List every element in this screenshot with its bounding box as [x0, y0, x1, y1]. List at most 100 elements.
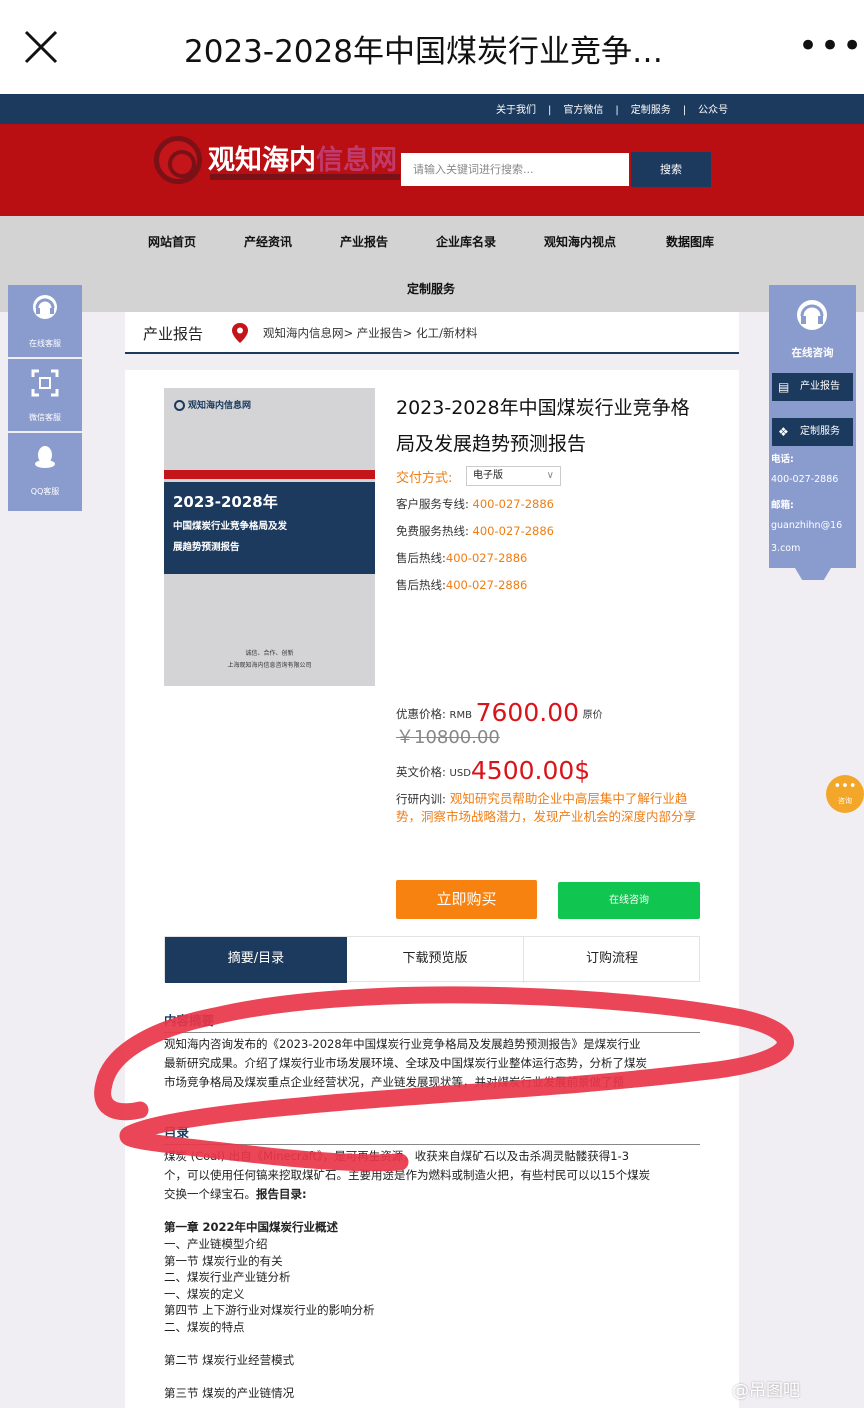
toc-section[interactable]: 第三节 煤炭的产业链情况 [164, 1385, 294, 1401]
tools-icon: ❖ [778, 425, 789, 439]
training-info: 行研内训: 观知研究员帮助企业中高层集中了解行业趋势，洞察市场战略潜力，发现产业… [396, 790, 698, 826]
wechat-service-label: 微信客服 [29, 413, 61, 422]
online-service-button[interactable]: 在线客服 [8, 285, 82, 357]
more-menu-icon[interactable]: ••• [798, 29, 864, 63]
watermark: @吊图吧 [732, 1381, 800, 1401]
utility-link-custom[interactable]: 定制服务 [631, 105, 671, 116]
utility-link-wechat[interactable]: 官方微信 [563, 105, 603, 116]
collapse-tab[interactable] [795, 568, 831, 580]
nav-custom-service[interactable]: 定制服务 [407, 280, 455, 297]
aftersales-label: 售后热线: [396, 551, 446, 565]
nav-company-directory[interactable]: 企业库名录 [436, 233, 496, 250]
buy-now-button[interactable]: 立即购买 [396, 880, 537, 919]
logo-emblem-icon[interactable] [154, 136, 202, 184]
email-part-2[interactable]: 3.com [771, 543, 800, 554]
tab-download-preview[interactable]: 下载预览版 [347, 937, 524, 983]
report-toc-label: 报告目录: [256, 1187, 307, 1201]
delivery-select[interactable]: 电子版 ∨ [466, 466, 561, 486]
aftersales-label-2: 售后热线: [396, 578, 446, 592]
cover-logo: 观知海内信息网 [174, 398, 251, 411]
utility-link-about[interactable]: 关于我们 [496, 105, 536, 116]
floating-consult-button[interactable]: ••• 咨询 [826, 775, 864, 813]
aftersales-phone-2[interactable]: 400-027-2886 [446, 578, 527, 592]
left-service-bar: 在线客服 微信客服 QQ客服 [8, 285, 82, 511]
en-price-row: 英文价格: USD4500.00$ [396, 756, 590, 785]
cover-logo-icon [174, 400, 185, 411]
online-consult-button[interactable]: 在线咨询 [558, 882, 700, 919]
toc-intro: 煤炭 (Coal) 出自《Minecraft》，是可再生资源，收获来自煤矿石以及… [164, 1147, 700, 1204]
nav-industry-news[interactable]: 产经资讯 [244, 233, 292, 250]
service-line-phone[interactable]: 400-027-2886 [473, 497, 554, 511]
toc-section[interactable]: 第四节 上下游行业对煤炭行业的影响分析 [164, 1302, 375, 1318]
site-header: 观知海内信息网 请输入关键词进行搜索... 搜索 [0, 124, 864, 216]
free-hotline-row: 免费服务热线: 400-027-2886 [396, 523, 554, 539]
summary-divider [164, 1032, 700, 1033]
custom-service-label: 定制服务 [800, 426, 840, 437]
service-line-label: 客户服务专线: [396, 497, 469, 511]
phone-number[interactable]: 400-027-2886 [771, 474, 838, 485]
toc-divider [164, 1144, 700, 1145]
headset-icon [33, 295, 57, 319]
delivery-value: 电子版 [473, 470, 503, 481]
summary-heading: 内容摘要 [164, 1013, 215, 1028]
qq-service-button[interactable]: QQ客服 [8, 433, 82, 505]
delivery-label: 交付方式: [396, 471, 453, 486]
content-tabs: 摘要/目录 下载预览版 订购流程 [164, 936, 700, 983]
en-price-currency: USD [449, 768, 471, 779]
aftersales-phone[interactable]: 400-027-2886 [446, 551, 527, 565]
delivery-row: 交付方式: [396, 467, 452, 486]
right-consult-panel: 在线咨询 ▤ 产业报告 ❖ 定制服务 电话: 400-027-2886 邮箱: gu… [769, 285, 856, 580]
toc-section[interactable]: 一、产业链模型介绍 [164, 1236, 268, 1252]
close-icon[interactable] [22, 28, 60, 66]
cover-title-band: 2023-2028年 中国煤炭行业竞争格局及发 展趋势预测报告 [164, 482, 375, 574]
nav-data-gallery[interactable]: 数据图库 [666, 233, 714, 250]
chat-bubble-icon: ••• [833, 779, 857, 794]
free-hotline-phone[interactable]: 400-027-2886 [473, 524, 554, 538]
cover-year: 2023-2028年 [173, 493, 278, 511]
cover-red-stripe [164, 470, 375, 479]
headset-icon [797, 300, 827, 330]
training-label: 行研内训: [396, 792, 446, 806]
location-pin-icon [232, 323, 248, 343]
nav-home[interactable]: 网站首页 [148, 233, 196, 250]
tab-order-process[interactable]: 订购流程 [524, 937, 700, 983]
breadcrumb: 产业报告 观知海内信息网> 产业报告> 化工/新材料 [125, 312, 739, 354]
utility-sep: | [682, 105, 687, 116]
search-input[interactable]: 请输入关键词进行搜索... [401, 153, 629, 186]
report-cover-image: 观知海内信息网 2023-2028年 中国煤炭行业竞争格局及发 展趋势预测报告 … [164, 388, 375, 686]
search-button[interactable]: 搜索 [631, 152, 711, 187]
cover-title-line1: 中国煤炭行业竞争格局及发 [173, 521, 288, 532]
email-part-1[interactable]: guanzhihn@16 [771, 520, 842, 531]
toc-heading: 目录 [164, 1125, 190, 1140]
nav-industry-reports[interactable]: 产业报告 [340, 233, 388, 250]
qq-service-label: QQ客服 [30, 487, 60, 496]
toc-section[interactable]: 二、煤炭行业产业链分析 [164, 1269, 291, 1285]
aftersales-row: 售后热线:400-027-2886 [396, 550, 527, 566]
industry-report-button[interactable]: ▤ 产业报告 [772, 373, 853, 401]
breadcrumb-path[interactable]: 观知海内信息网> 产业报告> 化工/新材料 [263, 325, 477, 341]
toc-section[interactable]: 第一节 煤炭行业的有关 [164, 1253, 283, 1269]
page-title: 2023-2028年中国煤炭行业竞争… [184, 34, 663, 70]
phone-label: 电话: [771, 454, 794, 465]
wechat-service-button[interactable]: 微信客服 [8, 359, 82, 431]
consult-heading: 在线咨询 [791, 347, 834, 359]
toc-chapter-1[interactable]: 第一章 2022年中国煤炭行业概述 [164, 1219, 338, 1235]
wechat-title-bar: 2023-2028年中国煤炭行业竞争… ••• [0, 0, 864, 94]
online-service-label: 在线客服 [29, 339, 61, 348]
email-label: 邮箱: [771, 500, 794, 511]
breadcrumb-category: 产业报告 [143, 325, 204, 343]
report-icon: ▤ [778, 380, 790, 394]
toc-section[interactable]: 第二节 煤炭行业经营模式 [164, 1352, 294, 1368]
utility-bar: 关于我们 | 官方微信 | 定制服务 | 公众号 [0, 94, 864, 124]
site-logo[interactable]: 观知海内信息网 [208, 138, 397, 177]
qrcode-scan-icon [31, 369, 59, 397]
product-card: 观知海内信息网 2023-2028年 中国煤炭行业竞争格局及发 展趋势预测报告 … [125, 370, 739, 1408]
nav-viewpoints[interactable]: 观知海内视点 [544, 233, 616, 250]
price-label: 优惠价格: [396, 707, 446, 721]
cover-company: 上海观知海内信息咨询有限公司 [227, 662, 312, 669]
toc-section[interactable]: 二、煤炭的特点 [164, 1319, 245, 1335]
tab-summary[interactable]: 摘要/目录 [165, 937, 347, 983]
toc-section[interactable]: 一、煤炭的定义 [164, 1286, 245, 1302]
custom-service-button[interactable]: ❖ 定制服务 [772, 418, 853, 446]
utility-link-public-account[interactable]: 公众号 [698, 105, 728, 116]
